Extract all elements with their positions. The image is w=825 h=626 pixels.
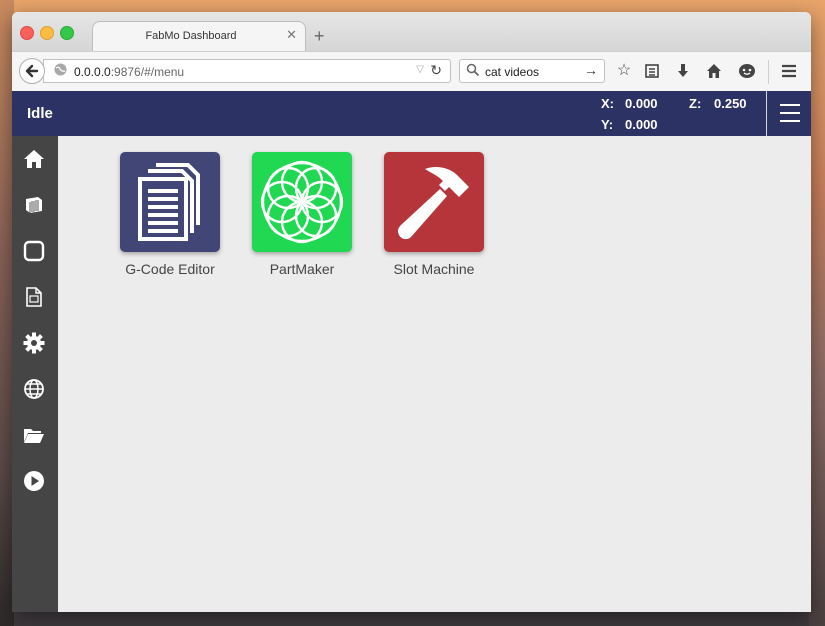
url-text[interactable]: 0.0.0.0:9876/#/menu <box>74 65 184 79</box>
close-window-button[interactable] <box>20 26 34 40</box>
app-gcode-editor[interactable]: G-Code Editor <box>108 152 232 277</box>
search-icon <box>466 63 480 77</box>
app-tile[interactable] <box>120 152 220 252</box>
sidebar-stop-square-icon[interactable] <box>23 240 45 262</box>
url-host: 0.0.0.0 <box>74 65 111 79</box>
url-bar[interactable]: 0.0.0.0:9876/#/menu ▽ ↻ <box>43 59 451 83</box>
download-icon[interactable] <box>672 60 694 82</box>
app-partmaker[interactable]: PartMaker <box>240 152 364 277</box>
sidebar-globe-icon[interactable] <box>23 378 45 400</box>
app-label: PartMaker <box>269 261 335 277</box>
desktop-background-right <box>809 0 825 626</box>
url-path: :9876/#/menu <box>110 65 185 79</box>
app-tile[interactable] <box>252 152 352 252</box>
app-tile[interactable] <box>384 152 484 252</box>
app-menu-content: G-Code Editor PartMaker Slot Machine <box>58 136 811 612</box>
search-go-icon[interactable]: → <box>584 62 598 78</box>
tab-title: FabMo Dashboard <box>145 30 237 42</box>
close-tab-icon[interactable]: ✕ <box>286 27 297 43</box>
site-info-icon[interactable] <box>54 63 67 76</box>
machine-status: Idle <box>27 105 53 122</box>
zoom-window-button[interactable] <box>60 26 74 40</box>
reload-icon[interactable]: ↻ <box>430 62 442 79</box>
new-tab-button[interactable]: + <box>314 27 325 45</box>
chat-icon[interactable] <box>736 60 758 82</box>
search-bar[interactable]: cat videos → <box>459 59 605 83</box>
tab-strip: FabMo Dashboard ✕ + <box>12 12 811 52</box>
search-input[interactable]: cat videos <box>485 65 539 79</box>
z-axis-value: 0.250 <box>714 96 747 111</box>
back-arrow-icon <box>25 64 39 78</box>
back-button[interactable] <box>19 58 45 84</box>
reading-list-icon[interactable] <box>641 60 663 82</box>
y-axis-label: Y: <box>601 117 614 132</box>
sidebar-folder-open-icon[interactable] <box>23 424 45 446</box>
spirograph-icon <box>260 160 344 244</box>
app-label: G-Code Editor <box>125 261 215 277</box>
hamburger-menu-icon[interactable] <box>780 104 800 128</box>
browser-window: FabMo Dashboard ✕ + 0.0.0.0:9876/#/menu … <box>12 12 811 612</box>
home-icon[interactable] <box>703 60 725 82</box>
menu-icon[interactable] <box>778 60 800 82</box>
y-axis-value: 0.000 <box>625 117 658 132</box>
url-dropdown-icon[interactable]: ▽ <box>416 64 424 75</box>
app-label: Slot Machine <box>393 261 475 277</box>
minimize-window-button[interactable] <box>40 26 54 40</box>
app-slot-machine[interactable]: Slot Machine <box>372 152 496 277</box>
z-axis-label: Z: <box>689 96 702 111</box>
app-header: Idle X: 0.000 Y: 0.000 Z: 0.250 <box>12 91 811 136</box>
toolbar-separator <box>768 60 769 84</box>
x-axis-label: X: <box>601 96 614 111</box>
browser-tab[interactable]: FabMo Dashboard ✕ <box>92 21 306 52</box>
navigation-bar: 0.0.0.0:9876/#/menu ▽ ↻ cat videos → ☆ <box>12 51 811 93</box>
sidebar-play-icon[interactable] <box>23 470 45 492</box>
hammer-icon <box>397 167 469 240</box>
header-divider <box>766 91 767 136</box>
x-axis-value: 0.000 <box>625 96 658 111</box>
sidebar-file-icon[interactable] <box>23 286 45 308</box>
sidebar-home-icon[interactable] <box>23 148 45 170</box>
sidebar <box>12 136 58 612</box>
sidebar-gear-icon[interactable] <box>23 332 45 354</box>
bookmark-star-icon[interactable]: ☆ <box>613 60 635 82</box>
sidebar-jobs-icon[interactable] <box>23 194 45 216</box>
documents-icon <box>138 163 200 241</box>
